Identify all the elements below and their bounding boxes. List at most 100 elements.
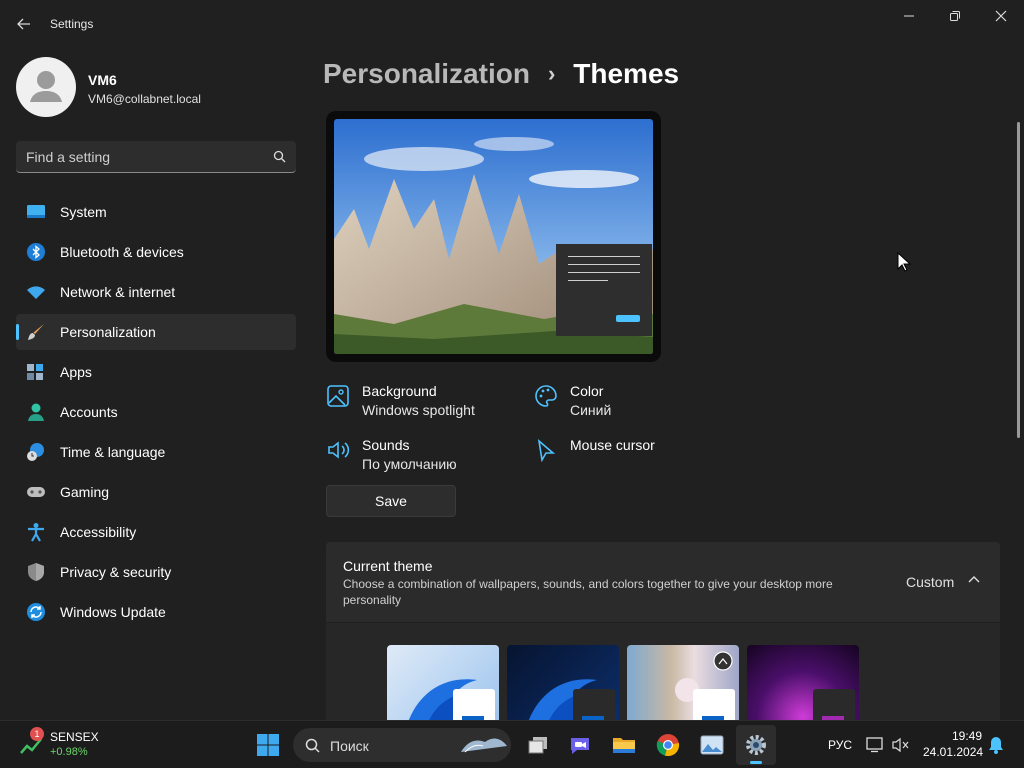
sounds-setting[interactable]: Sounds По умолчанию xyxy=(326,436,457,474)
sidebar-item-system[interactable]: System xyxy=(16,194,296,230)
windows-logo-icon xyxy=(257,734,279,756)
color-value: Синий xyxy=(570,402,612,418)
close-icon xyxy=(995,10,1007,22)
search-icon xyxy=(305,738,320,753)
chrome-button[interactable] xyxy=(648,725,688,765)
task-view-button[interactable] xyxy=(518,725,558,765)
shield-icon xyxy=(26,562,46,582)
theme-thumbnail[interactable] xyxy=(387,645,499,720)
breadcrumb-parent-link[interactable]: Personalization xyxy=(323,58,530,90)
sidebar-item-personalization[interactable]: Personalization xyxy=(16,314,296,350)
sidebar-nav: System Bluetooth & devices Network & int… xyxy=(16,194,296,634)
sidebar-item-label: Windows Update xyxy=(60,604,166,620)
clock-time[interactable]: 19:49 xyxy=(952,729,982,743)
gamepad-icon xyxy=(26,482,46,502)
sidebar-item-time-language[interactable]: Time & language xyxy=(16,434,296,470)
mouse-pointer-icon xyxy=(897,252,911,272)
update-icon xyxy=(26,602,46,622)
system-icon xyxy=(26,202,46,222)
background-value: Windows spotlight xyxy=(362,402,475,418)
chat-button[interactable] xyxy=(560,725,600,765)
search-input[interactable] xyxy=(26,141,266,172)
chevron-up-icon[interactable] xyxy=(968,575,980,585)
notification-bell-icon[interactable] xyxy=(988,736,1004,754)
notification-badge: 1 xyxy=(30,727,44,741)
page-title: Themes xyxy=(573,58,680,89)
apps-icon xyxy=(26,362,46,382)
restore-icon xyxy=(950,11,960,21)
picture-icon xyxy=(327,385,349,407)
sidebar-item-label: Gaming xyxy=(60,484,110,500)
save-button[interactable]: Save xyxy=(326,485,456,517)
scrollbar[interactable] xyxy=(1017,122,1020,438)
sidebar-item-label: Bluetooth & devices xyxy=(60,244,184,260)
title-bar: Settings xyxy=(0,0,1024,48)
minimize-button[interactable] xyxy=(886,4,932,28)
sidebar-item-label: Personalization xyxy=(60,324,156,340)
bluetooth-icon xyxy=(26,242,46,262)
taskbar: 1 SENSEX +0.98% Поиск РУС 19:49 24.01.20… xyxy=(0,720,1024,768)
taskbar-search[interactable]: Поиск xyxy=(293,728,511,762)
sidebar-item-windows-update[interactable]: Windows Update xyxy=(16,594,296,630)
sounds-title: Sounds xyxy=(362,437,410,453)
sidebar-item-label: System xyxy=(60,204,107,220)
sidebar-item-bluetooth[interactable]: Bluetooth & devices xyxy=(16,234,296,270)
theme-thumbnail[interactable] xyxy=(747,645,859,720)
stock-widget[interactable]: 1 SENSEX +0.98% xyxy=(20,727,110,761)
breadcrumb: Personalization › Themes xyxy=(323,58,679,90)
accounts-icon xyxy=(26,402,46,422)
theme-thumbnail[interactable] xyxy=(507,645,619,720)
folder-icon xyxy=(613,738,635,753)
sidebar-item-label: Network & internet xyxy=(60,284,176,300)
input-language-indicator[interactable]: РУС xyxy=(828,738,852,752)
theme-thumbnail[interactable] xyxy=(627,645,739,720)
sounds-value: По умолчанию xyxy=(362,456,457,472)
task-view-icon xyxy=(528,737,547,754)
sidebar-item-network[interactable]: Network & internet xyxy=(16,274,296,310)
minimize-icon xyxy=(904,15,914,17)
sidebar-item-label: Time & language xyxy=(60,444,166,460)
sidebar-item-accounts[interactable]: Accounts xyxy=(16,394,296,430)
user-profile[interactable]: VM6 VM6@collabnet.local xyxy=(16,56,296,118)
theme-gallery xyxy=(326,623,1000,720)
color-title: Color xyxy=(570,383,604,399)
sidebar-item-label: Accounts xyxy=(60,404,118,420)
settings-taskbar-button[interactable] xyxy=(736,725,776,765)
network-icon[interactable] xyxy=(866,737,884,753)
sidebar-item-label: Apps xyxy=(60,364,92,380)
globe-clock-icon xyxy=(26,442,46,462)
sidebar-item-accessibility[interactable]: Accessibility xyxy=(16,514,296,550)
close-button[interactable] xyxy=(978,4,1024,28)
cursor-icon xyxy=(537,438,556,462)
start-button[interactable] xyxy=(248,725,288,765)
search-icon[interactable] xyxy=(273,150,286,163)
volume-muted-icon[interactable] xyxy=(892,737,910,753)
taskbar-search-placeholder: Поиск xyxy=(330,738,369,754)
clock-date[interactable]: 24.01.2024 xyxy=(923,745,983,759)
theme-preview xyxy=(326,111,661,362)
sidebar-item-label: Privacy & security xyxy=(60,564,172,580)
restore-button[interactable] xyxy=(932,4,978,28)
gear-icon xyxy=(746,735,766,755)
current-theme-title: Current theme xyxy=(343,558,433,574)
current-theme-card[interactable]: Current theme Choose a combination of wa… xyxy=(326,542,1000,622)
photos-button[interactable] xyxy=(692,725,732,765)
search-highlight-icon xyxy=(461,738,507,753)
sidebar-item-gaming[interactable]: Gaming xyxy=(16,474,296,510)
back-button[interactable] xyxy=(10,12,38,36)
color-setting[interactable]: Color Синий xyxy=(534,382,611,420)
user-name: VM6 xyxy=(88,72,117,88)
wifi-icon xyxy=(26,282,46,302)
mouse-cursor-setting[interactable]: Mouse cursor xyxy=(534,436,655,462)
sidebar-item-label: Accessibility xyxy=(60,524,137,540)
file-explorer-button[interactable] xyxy=(604,725,644,765)
background-setting[interactable]: Background Windows spotlight xyxy=(326,382,475,420)
photos-icon xyxy=(700,735,724,755)
mouse-cursor-title: Mouse cursor xyxy=(570,437,655,453)
sidebar-item-apps[interactable]: Apps xyxy=(16,354,296,390)
chrome-icon xyxy=(656,734,680,757)
settings-search-box xyxy=(16,141,296,173)
palette-icon xyxy=(535,385,557,407)
user-silhouette-icon xyxy=(30,71,62,102)
sidebar-item-privacy[interactable]: Privacy & security xyxy=(16,554,296,590)
